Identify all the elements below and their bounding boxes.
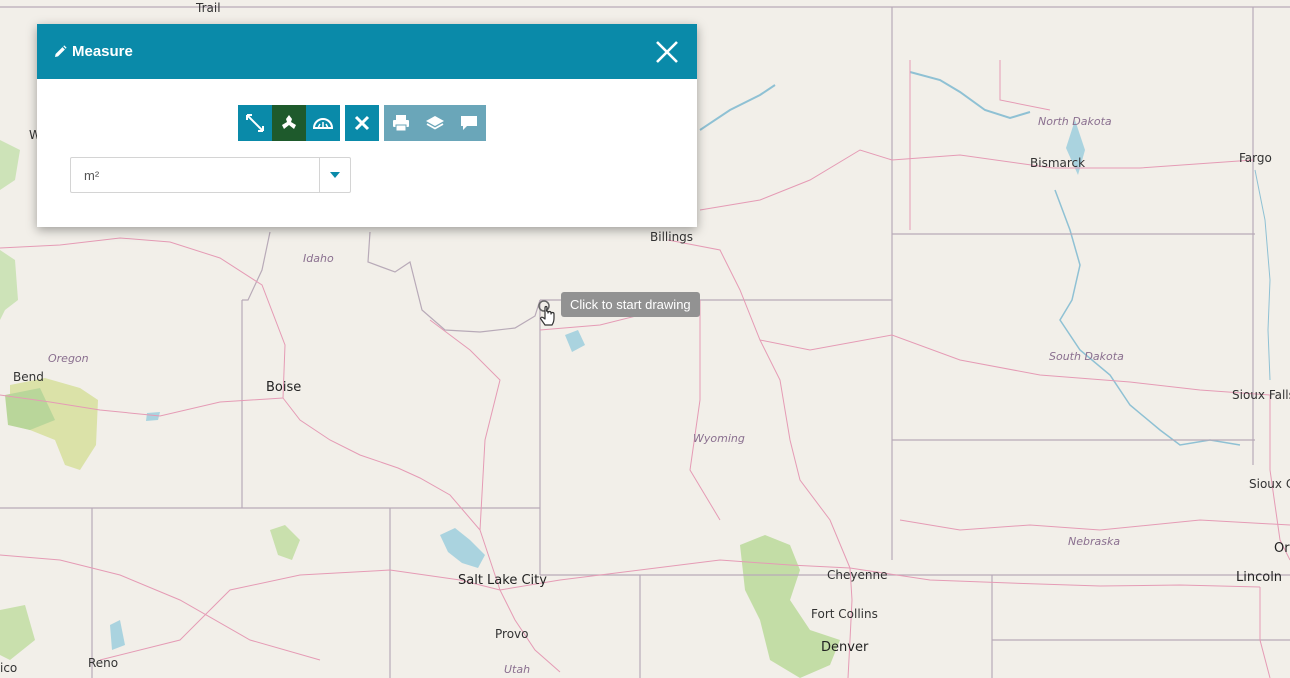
clear-icon: [354, 115, 370, 131]
measure-mode-group: [238, 105, 340, 141]
print-icon: [393, 115, 409, 132]
map-label: Idaho: [303, 252, 334, 265]
map-label: Reno: [88, 656, 119, 670]
panel-title: Measure: [72, 43, 133, 60]
map-label: Or: [1274, 541, 1290, 556]
line-measure-button[interactable]: [238, 105, 272, 141]
panel-title-wrap: Measure: [53, 43, 133, 60]
measure-toolbar: [238, 105, 486, 141]
area-measure-button[interactable]: [272, 105, 306, 141]
map-label: ico: [0, 661, 18, 675]
comment-button[interactable]: [452, 105, 486, 141]
area-measure-icon: [282, 115, 296, 129]
chevron-down-icon[interactable]: [319, 158, 350, 192]
map-label: Wyoming: [693, 432, 745, 445]
map-label: Nebraska: [1068, 535, 1121, 548]
map-label: Cheyenne: [827, 568, 888, 582]
map-label: North Dakota: [1038, 115, 1112, 128]
map-label: Oregon: [48, 352, 89, 365]
map-label: Billings: [650, 230, 694, 244]
output-group: [384, 105, 486, 141]
map-label: Bend: [13, 370, 44, 384]
clear-group: [345, 105, 379, 141]
unit-value: m²: [84, 167, 100, 183]
map-label: Salt Lake City: [458, 573, 547, 588]
close-icon[interactable]: [653, 38, 681, 66]
comment-icon: [461, 116, 477, 130]
map-label: Fargo: [1239, 151, 1272, 165]
map-label: Fort Collins: [811, 607, 878, 621]
hand-cursor-icon: [538, 300, 555, 326]
lake: [146, 412, 160, 421]
map-label: Sioux Ci: [1249, 477, 1290, 491]
draw-tooltip: Click to start drawing: [561, 292, 700, 317]
angle-measure-button[interactable]: [306, 105, 340, 141]
map-label: Provo: [495, 627, 529, 641]
layers-icon: [426, 116, 444, 130]
map-label: Bismarck: [1030, 156, 1086, 170]
map-label: Utah: [504, 663, 531, 676]
map-label: Lincoln: [1236, 570, 1283, 585]
map-label: Boise: [266, 380, 302, 395]
map-label: Sioux Falls: [1232, 388, 1290, 402]
line-measure-icon: [246, 114, 264, 132]
clear-button[interactable]: [345, 105, 379, 141]
measure-panel: Measure m²: [37, 24, 697, 227]
print-button[interactable]: [384, 105, 418, 141]
map-label: Denver: [821, 640, 869, 655]
map-label: Trail: [196, 1, 221, 15]
unit-select[interactable]: m²: [70, 157, 351, 193]
map-label: South Dakota: [1049, 350, 1124, 363]
pencil-icon: [55, 44, 67, 57]
angle-measure-icon: [312, 118, 334, 129]
layers-button[interactable]: [418, 105, 452, 141]
panel-header: Measure: [37, 24, 697, 79]
